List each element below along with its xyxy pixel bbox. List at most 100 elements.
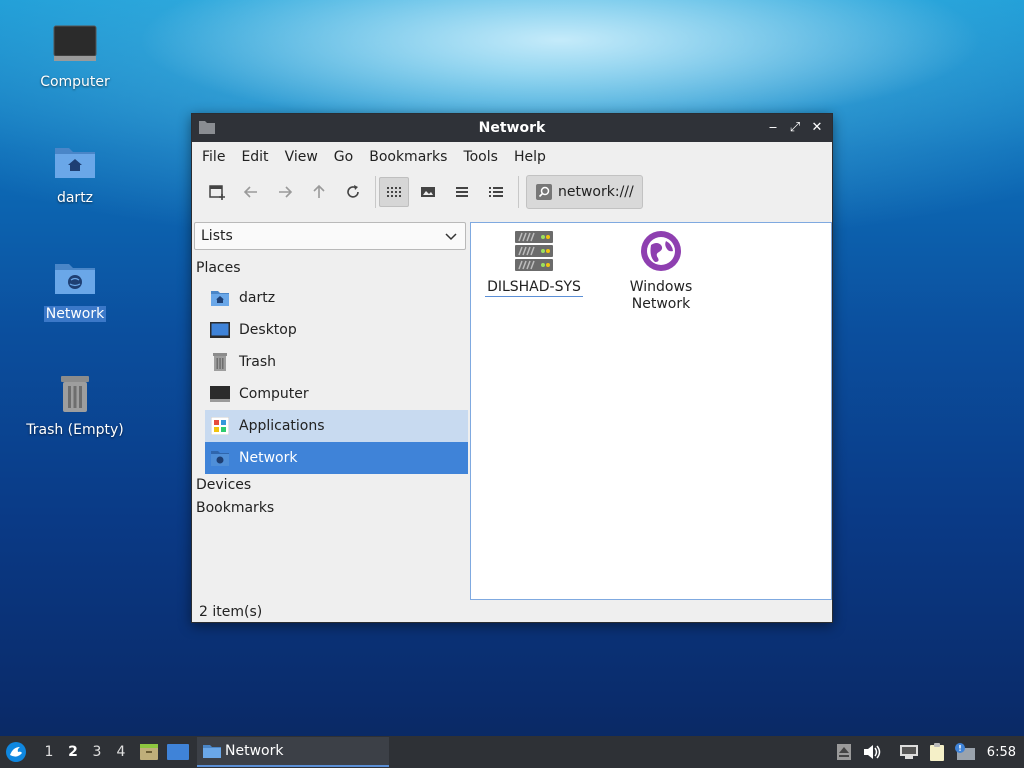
arrow-right-icon	[279, 186, 293, 198]
eject-icon	[836, 744, 851, 760]
taskbar: 1 2 3 4 Network 6:58	[0, 736, 1024, 768]
arrow-left-icon	[243, 186, 257, 198]
sidebar-item-label: Desktop	[239, 322, 297, 338]
file-manager-launcher[interactable]	[136, 739, 162, 765]
list-icon	[456, 187, 468, 197]
sidebar-item-label: Applications	[239, 418, 325, 434]
minimize-button[interactable]: ‒	[764, 118, 782, 138]
up-button[interactable]	[304, 177, 334, 207]
desktop-icon-label: Network	[43, 306, 107, 322]
section-bookmarks[interactable]: Bookmarks	[196, 500, 274, 516]
computer-icon	[210, 384, 230, 404]
file-cabinet-icon	[140, 744, 158, 760]
workspace-3[interactable]: 3	[85, 744, 109, 760]
folder-icon	[199, 120, 215, 134]
arrow-up-icon	[313, 184, 325, 198]
desktop-icon-label: Computer	[40, 74, 110, 90]
sidebar-item-dartz[interactable]: dartz	[205, 282, 468, 314]
thumbnail-view-button[interactable]	[413, 177, 443, 207]
location-bar[interactable]: network:///	[526, 175, 643, 209]
toolbar-separator	[518, 176, 519, 208]
menu-bar: File Edit View Go Bookmarks Tools Help	[192, 142, 832, 172]
start-menu-button[interactable]	[3, 739, 29, 765]
network-folder-icon	[210, 448, 230, 468]
desktop-icon-network[interactable]: Network	[20, 254, 130, 322]
workspace-1[interactable]: 1	[37, 744, 61, 760]
toolbar-separator	[375, 176, 376, 208]
sidebar-item-computer[interactable]: Computer	[205, 378, 468, 410]
sidebar-item-trash[interactable]: Trash	[205, 346, 468, 378]
show-desktop-button[interactable]	[165, 739, 191, 765]
menu-file[interactable]: File	[194, 142, 233, 172]
server-icon	[512, 229, 556, 273]
icon-view-button[interactable]	[379, 177, 409, 207]
desktop-icon-dartz[interactable]: dartz	[20, 138, 130, 206]
network-tray-button[interactable]	[898, 741, 920, 763]
sidebar-item-network[interactable]: Network	[205, 442, 468, 474]
update-alert-icon	[954, 743, 975, 760]
status-bar: 2 item(s)	[199, 604, 263, 620]
sidebar-item-label: Computer	[239, 386, 309, 402]
file-icon-view[interactable]: DILSHAD-SYS Windows Network	[470, 222, 832, 600]
side-pane-mode-value: Lists	[201, 228, 233, 244]
home-folder-icon	[210, 288, 230, 308]
menu-tools[interactable]: Tools	[455, 142, 506, 172]
sidebar-item-label: Network	[239, 450, 298, 466]
sidebar-item-desktop[interactable]: Desktop	[205, 314, 468, 346]
new-tab-button[interactable]	[202, 177, 232, 207]
menu-go[interactable]: Go	[326, 142, 361, 172]
title-bar[interactable]: Network ‒ ⤢ ✕	[192, 114, 832, 142]
wired-network-icon	[899, 745, 918, 759]
file-manager-window: Network ‒ ⤢ ✕ File Edit View Go Bookmark…	[191, 113, 833, 623]
desktop-icon-computer[interactable]: Computer	[20, 22, 130, 90]
folder-icon	[203, 745, 221, 758]
sidebar-item-label: dartz	[239, 290, 276, 306]
sidebar-item-applications[interactable]: Applications	[205, 410, 468, 442]
file-item-windows-network[interactable]: Windows Network	[606, 229, 716, 313]
side-pane: Lists Places dartz Desktop Trash Compute…	[193, 222, 468, 602]
image-icon	[421, 187, 435, 197]
compact-view-button[interactable]	[447, 177, 477, 207]
maximize-button[interactable]: ⤢	[786, 118, 804, 138]
clipboard-icon	[929, 743, 944, 761]
trash-icon	[51, 370, 99, 418]
workspace-4[interactable]: 4	[109, 744, 133, 760]
clipboard-button[interactable]	[926, 741, 948, 763]
reload-button[interactable]	[338, 177, 368, 207]
clock[interactable]: 6:58	[987, 745, 1016, 760]
notification-button[interactable]	[954, 741, 976, 763]
task-label: Network	[225, 743, 284, 759]
desktop-icon	[167, 744, 189, 760]
reload-icon	[347, 185, 359, 198]
desktop-icon-trash[interactable]: Trash (Empty)	[20, 370, 130, 438]
workspace-2[interactable]: 2	[61, 744, 85, 760]
location-path: network:///	[558, 184, 634, 200]
file-item-dilshad-sys[interactable]: DILSHAD-SYS	[479, 229, 589, 297]
task-network-window[interactable]: Network	[197, 737, 389, 767]
back-button[interactable]	[236, 177, 266, 207]
close-button[interactable]: ✕	[808, 118, 826, 138]
detailed-list-icon	[489, 187, 503, 197]
detailed-list-view-button[interactable]	[481, 177, 511, 207]
search-icon	[536, 184, 552, 200]
file-item-label: DILSHAD-SYS	[485, 279, 583, 297]
menu-help[interactable]: Help	[506, 142, 554, 172]
windows-network-icon	[639, 229, 683, 273]
window-title: Network	[478, 120, 546, 136]
network-folder-icon	[51, 254, 99, 302]
side-pane-mode-select[interactable]: Lists	[194, 222, 466, 250]
menu-edit[interactable]: Edit	[233, 142, 276, 172]
home-folder-icon	[51, 138, 99, 186]
section-devices[interactable]: Devices	[196, 477, 251, 493]
volume-button[interactable]	[861, 741, 883, 763]
forward-button[interactable]	[270, 177, 300, 207]
eject-button[interactable]	[833, 741, 855, 763]
menu-view[interactable]: View	[277, 142, 326, 172]
menu-bookmarks[interactable]: Bookmarks	[361, 142, 455, 172]
toolbar: network:///	[192, 172, 832, 212]
applications-icon	[210, 416, 230, 436]
desktop-icon	[210, 320, 230, 340]
section-places[interactable]: Places	[196, 260, 241, 276]
chevron-down-icon	[445, 233, 457, 241]
computer-icon	[51, 22, 99, 70]
